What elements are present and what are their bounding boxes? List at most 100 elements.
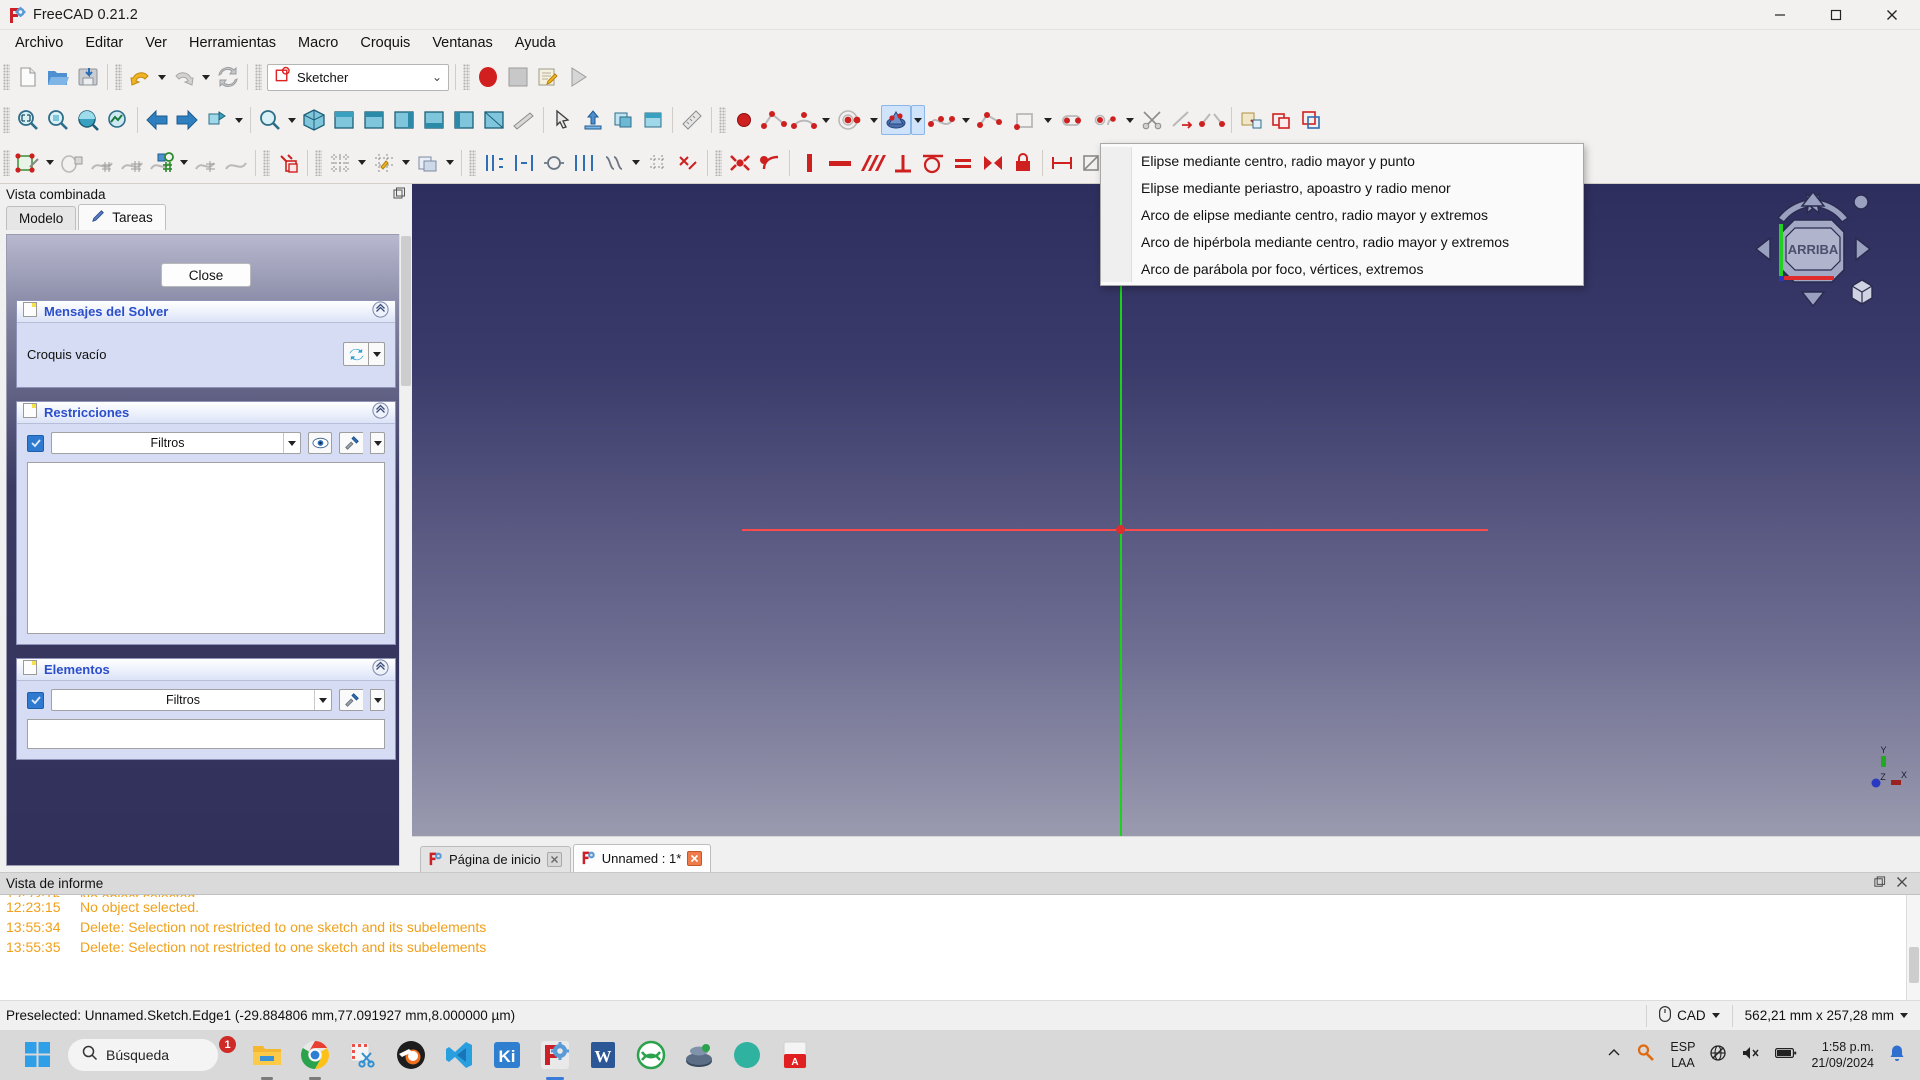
menu-ver[interactable]: Ver [134, 32, 178, 54]
eye-icon[interactable] [308, 432, 332, 454]
menu-croquis[interactable]: Croquis [349, 32, 421, 54]
collapse-icon[interactable] [372, 300, 389, 323]
battery-icon[interactable] [1775, 1046, 1797, 1065]
view-dropdown-arrow[interactable] [232, 105, 246, 135]
tab-tareas[interactable]: Tareas [78, 204, 166, 230]
constraints-filter-checkbox[interactable] [27, 434, 44, 452]
fit-selection-button[interactable] [43, 105, 73, 135]
scrollbar-thumb[interactable] [1909, 947, 1919, 983]
snipping-tool-icon[interactable] [346, 1038, 380, 1072]
stop-operation-button[interactable] [221, 148, 251, 178]
create-fillet-button[interactable] [1089, 105, 1123, 135]
create-point-button[interactable] [729, 105, 759, 135]
constrain-horizontal-button[interactable] [824, 148, 854, 178]
refresh-dropdown-arrow[interactable] [369, 342, 385, 366]
constraints-filter-combo[interactable]: Filtros [51, 432, 301, 454]
validate-sketch2-button[interactable] [117, 148, 147, 178]
elements-filter-checkbox[interactable] [27, 691, 44, 709]
zoom-button[interactable] [255, 105, 285, 135]
dock-scrollbar[interactable] [399, 234, 412, 866]
network-offline-icon[interactable] [1709, 1044, 1727, 1067]
blender-icon[interactable] [394, 1038, 428, 1072]
external-geometry-button[interactable] [1236, 105, 1266, 135]
toolbar-grip[interactable] [719, 107, 726, 133]
kicad-icon[interactable]: Ki [490, 1038, 524, 1072]
constrain-coincident-button[interactable] [725, 148, 755, 178]
menu-herramientas[interactable]: Herramientas [178, 32, 287, 54]
acrobat-icon[interactable]: A [778, 1038, 812, 1072]
libreoffice-icon[interactable] [634, 1038, 668, 1072]
create-bspline-button[interactable] [925, 105, 959, 135]
create-polygon-button[interactable] [973, 105, 1007, 135]
toggle-construction-button[interactable] [1266, 105, 1296, 135]
elements-filter-combo[interactable]: Filtros [51, 689, 332, 711]
undock-icon[interactable] [1873, 875, 1886, 892]
group-header[interactable]: Elementos [17, 658, 395, 681]
menu-item-ellipse-by-center[interactable]: Elipse mediante centro, radio mayor y pu… [1101, 147, 1583, 174]
view-section-button[interactable] [273, 148, 303, 178]
infinite-icon[interactable] [730, 1038, 764, 1072]
view-dimensions[interactable]: 562,21 mm x 257,28 mm [1731, 1004, 1920, 1027]
settings-dropdown-arrow[interactable] [370, 689, 385, 711]
settings-dropdown-arrow[interactable] [370, 432, 385, 454]
open-document-button[interactable] [43, 62, 73, 92]
ultimaker-cura-icon[interactable] [682, 1038, 716, 1072]
new-document-button[interactable] [13, 62, 43, 92]
show-hidden-icons[interactable] [1606, 1045, 1622, 1066]
close-icon[interactable] [687, 851, 703, 866]
reorient-sketch-button[interactable] [57, 148, 87, 178]
close-button[interactable] [1864, 0, 1920, 30]
left-view-button[interactable] [479, 105, 509, 135]
file-explorer-icon[interactable] [250, 1038, 284, 1080]
doc-tab-start-page[interactable]: Página de inicio [420, 846, 571, 872]
report-lines[interactable]: 12:23:15 No object selected. 12:23:15 No o… [0, 895, 1920, 1001]
zoom-dropdown-arrow[interactable] [285, 105, 299, 135]
freecad-icon[interactable] [538, 1038, 572, 1080]
menu-item-hyperbolic-arc[interactable]: Arco de hipérbola mediante centro, radio… [1101, 228, 1583, 255]
toolbar-grip[interactable] [255, 64, 262, 90]
menu-item-parabolic-arc[interactable]: Arco de parábola por foco, vértices, ext… [1101, 255, 1583, 282]
clone-button[interactable] [539, 148, 569, 178]
offset-button[interactable] [599, 148, 629, 178]
front-view-button[interactable] [329, 105, 359, 135]
clock[interactable]: 1:58 p.m. 21/09/2024 [1811, 1039, 1874, 1071]
toolbar-grip[interactable] [263, 149, 270, 176]
appearance-button[interactable] [638, 105, 668, 135]
clipping-plane-button[interactable] [608, 105, 638, 135]
sketch-edit-dropdown-arrow[interactable] [43, 148, 57, 178]
grid-dropdown-arrow[interactable] [355, 148, 369, 178]
bottom-view-button[interactable] [449, 105, 479, 135]
toolbar-grip[interactable] [715, 149, 722, 176]
right-view-button[interactable] [389, 105, 419, 135]
chrome-icon[interactable] [298, 1038, 332, 1080]
group-header[interactable]: Restricciones [17, 401, 395, 424]
rectangle-dropdown-arrow[interactable] [1041, 105, 1055, 135]
close-icon[interactable] [546, 852, 562, 867]
offset-dropdown-arrow[interactable] [629, 148, 643, 178]
constrain-point-on-object-button[interactable] [755, 148, 785, 178]
constrain-perpendicular-button[interactable] [888, 148, 918, 178]
undo-dropdown-arrow[interactable] [155, 62, 169, 92]
word-icon[interactable]: W [586, 1038, 620, 1072]
delete-constraint-button[interactable] [673, 148, 703, 178]
refresh-icon[interactable] [343, 342, 369, 366]
save-document-button[interactable] [73, 62, 103, 92]
render-dropdown-arrow[interactable] [443, 148, 457, 178]
circle-dropdown-arrow[interactable] [867, 105, 881, 135]
split-edge-button[interactable] [1197, 105, 1227, 135]
close-icon[interactable] [1896, 876, 1908, 892]
workbench-selector[interactable]: Sketcher ⌄ [267, 63, 449, 91]
chevron-down-icon[interactable] [283, 433, 300, 453]
bspline-dropdown-arrow[interactable] [959, 105, 973, 135]
menu-item-elliptical-arc[interactable]: Arco de elipse mediante centro, radio ma… [1101, 201, 1583, 228]
nav-back-button[interactable] [142, 105, 172, 135]
create-arc-button[interactable] [789, 105, 819, 135]
fit-all-button[interactable] [13, 105, 43, 135]
redo-dropdown-arrow[interactable] [199, 62, 213, 92]
navigation-mode-selector[interactable]: CAD [1646, 1004, 1732, 1027]
merge-sketches-button[interactable] [147, 148, 177, 178]
navigation-cube[interactable]: ARRIBA [1748, 184, 1878, 314]
menu-item-ellipse-by-periapsis[interactable]: Elipse mediante periastro, apoastro y ra… [1101, 174, 1583, 201]
extend-edge-button[interactable] [1167, 105, 1197, 135]
trim-edge-button[interactable] [1137, 105, 1167, 135]
